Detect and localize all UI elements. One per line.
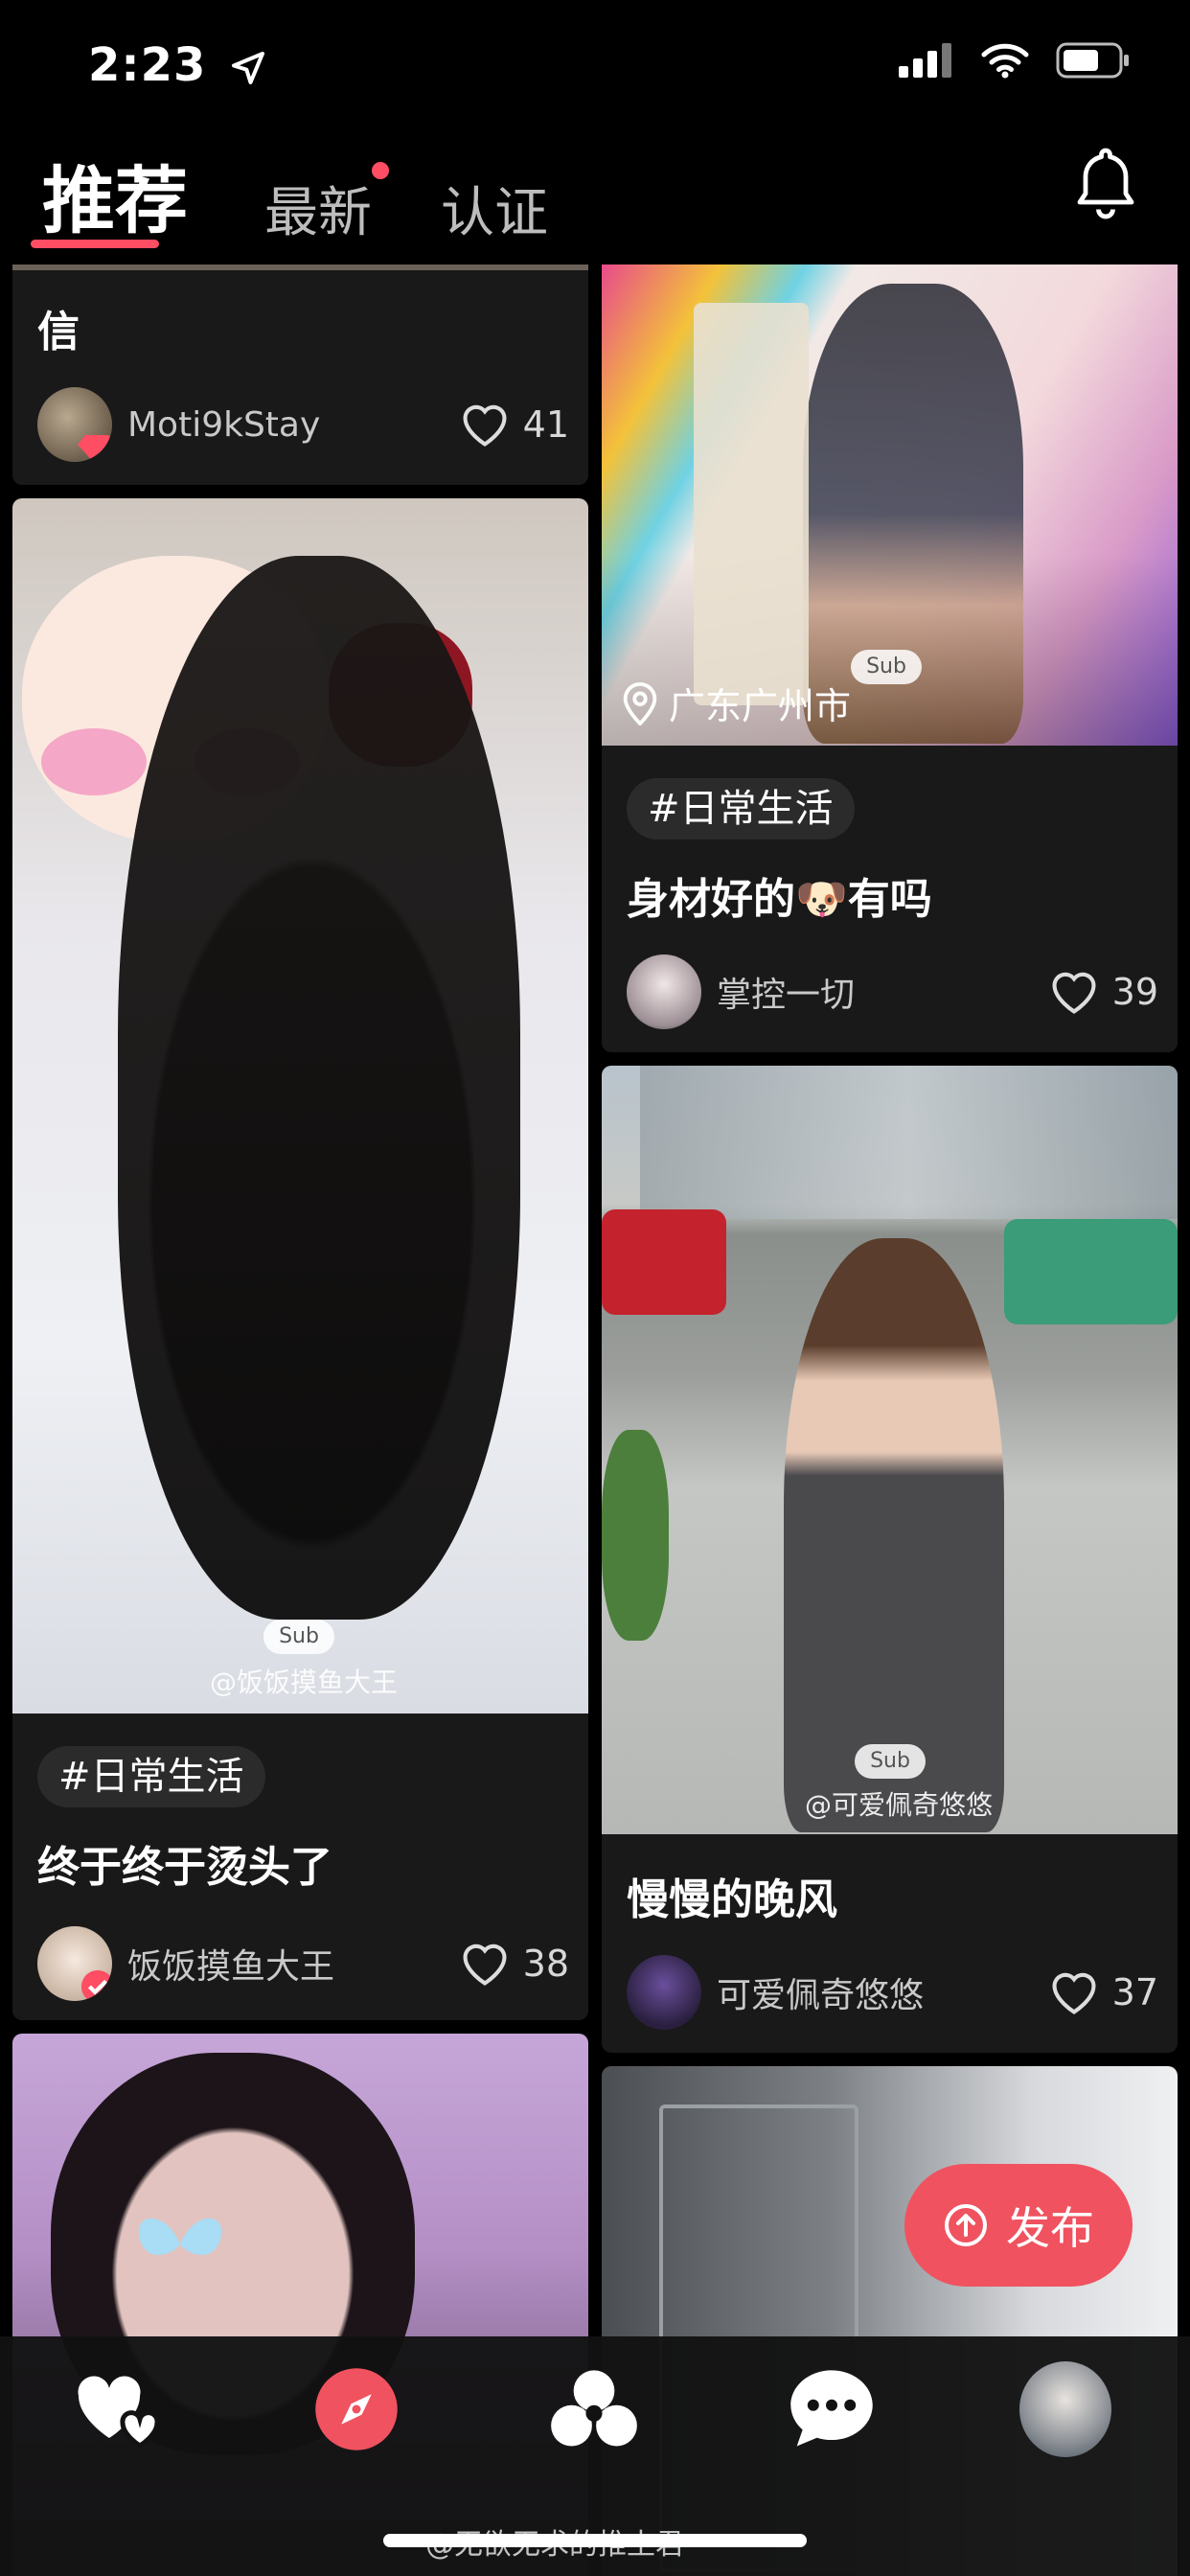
wifi-icon bbox=[981, 43, 1029, 79]
nav-messages[interactable] bbox=[786, 2363, 878, 2455]
heart-outline-icon bbox=[1052, 1972, 1096, 2014]
location-text: 广东广州市 bbox=[669, 685, 852, 727]
like-number: 39 bbox=[1111, 971, 1158, 1013]
card-title: 终于终于烫头了 bbox=[37, 1843, 332, 1892]
notification-bell-icon[interactable] bbox=[1071, 144, 1140, 224]
card-title: 身材好的🐶有吗 bbox=[627, 875, 932, 924]
photo-strip bbox=[12, 264, 588, 270]
feed-card-3[interactable]: Sub @饭饭摸鱼大王 #日常生活 终于终于烫头了 饭饭摸鱼大王 38 bbox=[12, 498, 588, 2020]
heart-outline-icon bbox=[1052, 972, 1096, 1014]
building bbox=[640, 1066, 1178, 1219]
location-arrow-icon bbox=[232, 52, 265, 84]
post-photo bbox=[602, 1066, 1178, 1834]
tab-latest-label: 最新 bbox=[264, 182, 372, 244]
signal-icon bbox=[899, 43, 951, 78]
sticker-cheek-left bbox=[41, 728, 147, 795]
butterfly-sticker-icon bbox=[138, 2218, 222, 2256]
cat-tower bbox=[694, 303, 809, 705]
author-name: 可爱佩奇悠悠 bbox=[717, 1976, 925, 2015]
like-number: 41 bbox=[522, 403, 569, 446]
like-count[interactable]: 41 bbox=[458, 401, 569, 448]
nav-profile[interactable] bbox=[1019, 2361, 1111, 2457]
battery-icon bbox=[1056, 42, 1129, 79]
location-pill[interactable]: 广东广州市 bbox=[621, 677, 851, 729]
avatar bbox=[37, 1926, 112, 2001]
author-name: 饭饭摸鱼大王 bbox=[127, 1947, 335, 1987]
verified-badge-icon bbox=[80, 1969, 112, 2001]
profile-avatar bbox=[1019, 2361, 1111, 2457]
tab-verified[interactable]: 认证 bbox=[441, 170, 548, 247]
tab-latest[interactable]: 最新 bbox=[264, 162, 389, 247]
status-time: 2:23 bbox=[88, 38, 267, 92]
card-title: 慢慢的晚风 bbox=[627, 1875, 837, 1924]
publish-label: 发布 bbox=[1006, 2202, 1094, 2254]
card-author[interactable]: 饭饭摸鱼大王 bbox=[37, 1926, 334, 2001]
car-red bbox=[602, 1209, 726, 1315]
avatar bbox=[37, 387, 112, 462]
card-title: 信 bbox=[37, 308, 80, 356]
feed-card-4[interactable]: Sub @可爱佩奇悠悠 慢慢的晚风 可爱佩奇悠悠 37 bbox=[602, 1066, 1178, 2053]
like-count[interactable]: 37 bbox=[1047, 1968, 1158, 2016]
tree bbox=[602, 1430, 669, 1641]
heart-outline-icon bbox=[463, 404, 507, 447]
status-icons bbox=[899, 42, 1131, 79]
topic-tag[interactable]: #日常生活 bbox=[627, 778, 855, 840]
home-indicator[interactable] bbox=[383, 2534, 807, 2547]
car-green bbox=[1004, 1219, 1178, 1324]
compass-icon bbox=[315, 2368, 398, 2450]
avatar bbox=[627, 1955, 701, 2030]
sub-badge: Sub bbox=[855, 1744, 926, 1779]
card-author[interactable]: 掌控一切 bbox=[627, 954, 855, 1029]
card-author[interactable]: 可爱佩奇悠悠 bbox=[627, 1955, 924, 2030]
avatar bbox=[627, 954, 701, 1029]
nav-circles[interactable] bbox=[548, 2363, 640, 2455]
like-number: 37 bbox=[1111, 1971, 1158, 2013]
like-number: 38 bbox=[522, 1943, 569, 1985]
hair bbox=[118, 556, 520, 1620]
author-name: Moti9kStay bbox=[127, 404, 321, 445]
hearts-icon bbox=[78, 2376, 160, 2449]
post-photo bbox=[12, 498, 588, 1714]
top-tabs: 推荐 最新 认证 bbox=[42, 142, 548, 247]
location-pin-icon bbox=[623, 681, 657, 725]
diamond-badge-icon bbox=[78, 435, 112, 462]
tab-recommend[interactable]: 推荐 bbox=[42, 142, 188, 247]
author-name: 掌控一切 bbox=[717, 976, 856, 1015]
sub-badge: Sub bbox=[263, 1620, 334, 1654]
feed-card-1[interactable]: 信 Moti9kStay 41 bbox=[12, 264, 588, 485]
heart-outline-icon bbox=[463, 1944, 507, 1986]
woman-figure bbox=[784, 1238, 1004, 1832]
photo-watermark: @可爱佩奇悠悠 bbox=[805, 1789, 994, 1821]
topic-tag[interactable]: #日常生活 bbox=[37, 1746, 265, 1807]
clover-icon bbox=[551, 2370, 637, 2447]
card-author[interactable]: Moti9kStay bbox=[37, 387, 320, 462]
like-count[interactable]: 39 bbox=[1047, 968, 1158, 1016]
sub-badge: Sub bbox=[851, 650, 922, 684]
new-dot-badge bbox=[372, 162, 389, 179]
like-count[interactable]: 38 bbox=[458, 1940, 569, 1988]
nav-hearts[interactable] bbox=[73, 2363, 165, 2455]
nav-discover[interactable] bbox=[310, 2363, 402, 2455]
photo-watermark: @饭饭摸鱼大王 bbox=[210, 1667, 399, 1698]
feed-card-2[interactable]: Sub 广东广州市 #日常生活 身材好的🐶有吗 掌控一切 39 bbox=[602, 264, 1178, 1052]
publish-button[interactable]: 发布 bbox=[904, 2164, 1133, 2287]
chat-bubble-icon bbox=[790, 2370, 873, 2447]
upload-arrow-icon bbox=[945, 2204, 987, 2246]
active-tab-underline bbox=[31, 240, 159, 248]
